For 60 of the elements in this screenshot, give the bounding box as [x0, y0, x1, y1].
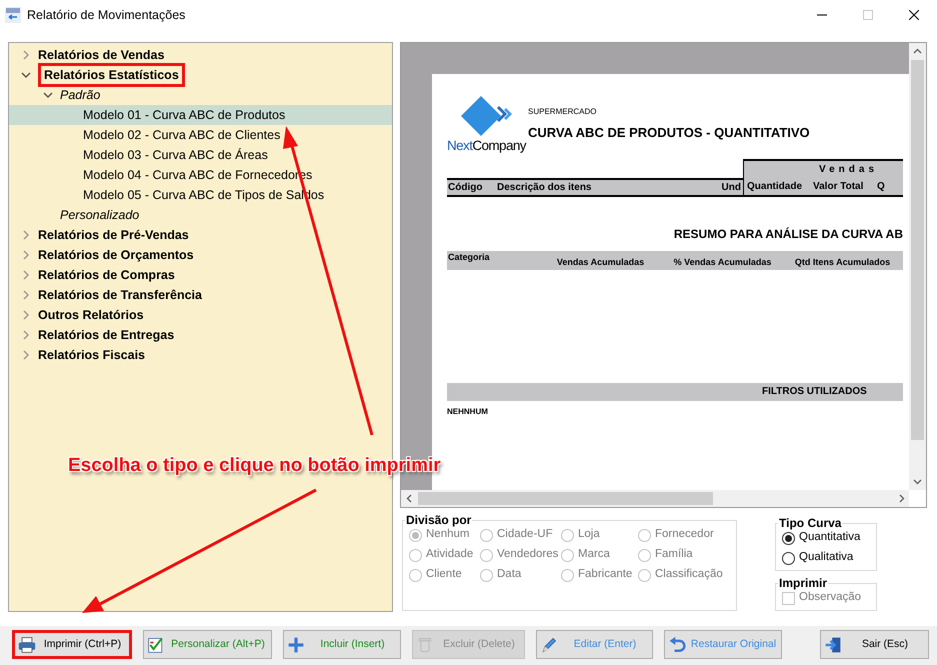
column-header: Descrição dos itens: [497, 181, 592, 196]
action-button[interactable]: Sair (Esc): [820, 630, 929, 659]
callout-text: Escolha o tipo e clique no botão imprimir: [68, 454, 441, 478]
tree-item[interactable]: Relatórios de Transferência: [38, 286, 202, 304]
vertical-scrollbar[interactable]: [909, 43, 926, 490]
window-title: Relatório de Movimentações: [27, 6, 186, 24]
column-header: % Vendas Acumuladas: [672, 256, 772, 269]
section-header: FILTROS UTILIZADOS: [762, 386, 867, 398]
tree-item[interactable]: Relatórios Fiscais: [38, 346, 145, 364]
collapse-icon[interactable]: [21, 70, 31, 80]
summary-title: RESUMO PARA ANÁLISE DA CURVA AB: [672, 226, 903, 244]
pencil-icon: [540, 636, 558, 654]
radio-option[interactable]: Qualitativa: [782, 550, 870, 566]
group-label: Divisão por: [405, 514, 472, 527]
checklist-icon: [147, 636, 165, 654]
radio-option[interactable]: Quantitativa: [782, 530, 870, 546]
group-label: Imprimir: [778, 577, 828, 590]
tree-item[interactable]: Relatórios de Pré-Vendas: [38, 226, 189, 244]
tree-item[interactable]: Relatórios Estatísticos: [38, 62, 185, 88]
expand-icon[interactable]: [21, 230, 31, 240]
tree-item[interactable]: Relatórios de Entregas: [38, 326, 174, 344]
tree-item[interactable]: Relatórios de Orçamentos: [38, 246, 194, 264]
column-header: Vendas Acumuladas: [556, 256, 646, 269]
printer-icon: [18, 636, 36, 654]
logo-text: NextCompany: [447, 137, 525, 155]
expand-icon[interactable]: [21, 270, 31, 280]
expand-icon[interactable]: [21, 350, 31, 360]
column-header: Quantidade: [747, 180, 804, 194]
column-header: Categoria: [447, 251, 491, 264]
expand-icon[interactable]: [21, 50, 31, 60]
column-header: Und: [722, 181, 742, 196]
horizontal-scrollbar[interactable]: [401, 490, 909, 507]
column-header: Código: [447, 181, 484, 196]
tree-item[interactable]: Personalizado: [60, 206, 140, 224]
app-icon: [5, 7, 21, 23]
column-header: Valor Total: [813, 180, 864, 194]
report-title: CURVA ABC DE PRODUTOS - QUANTITATIVO: [528, 124, 810, 142]
report-subtitle: SUPERMERCADO: [528, 106, 598, 118]
column-header: Qtd Itens Acumulados: [794, 256, 892, 269]
expand-icon[interactable]: [21, 330, 31, 340]
filter-value: NEHNHUM: [447, 406, 489, 418]
undo-icon: [668, 636, 686, 654]
tree-item[interactable]: Outros Relatórios: [38, 306, 144, 324]
tree-item[interactable]: Modelo 03 - Curva ABC de Áreas: [83, 146, 268, 164]
expand-icon[interactable]: [21, 310, 31, 320]
tree-item[interactable]: Relatórios de Compras: [38, 266, 175, 284]
expand-icon[interactable]: [21, 290, 31, 300]
trash-icon: [416, 636, 434, 654]
tree-item[interactable]: Padrão: [60, 86, 100, 104]
collapse-icon[interactable]: [43, 90, 53, 100]
group-label: Tipo Curva: [778, 517, 842, 530]
plus-icon: [287, 636, 305, 654]
exit-icon: [824, 636, 842, 654]
column-group-header: Vendas Quantidade Valor Total Q: [743, 159, 903, 196]
tree-item[interactable]: Modelo 02 - Curva ABC de Clientes: [83, 126, 280, 144]
tree-item[interactable]: Relatórios de Vendas: [38, 46, 164, 64]
expand-icon[interactable]: [21, 250, 31, 260]
close-icon[interactable]: [909, 10, 919, 20]
column-header: Q: [877, 180, 886, 194]
action-button[interactable]: Imprimir (Ctrl+P): [12, 630, 132, 659]
